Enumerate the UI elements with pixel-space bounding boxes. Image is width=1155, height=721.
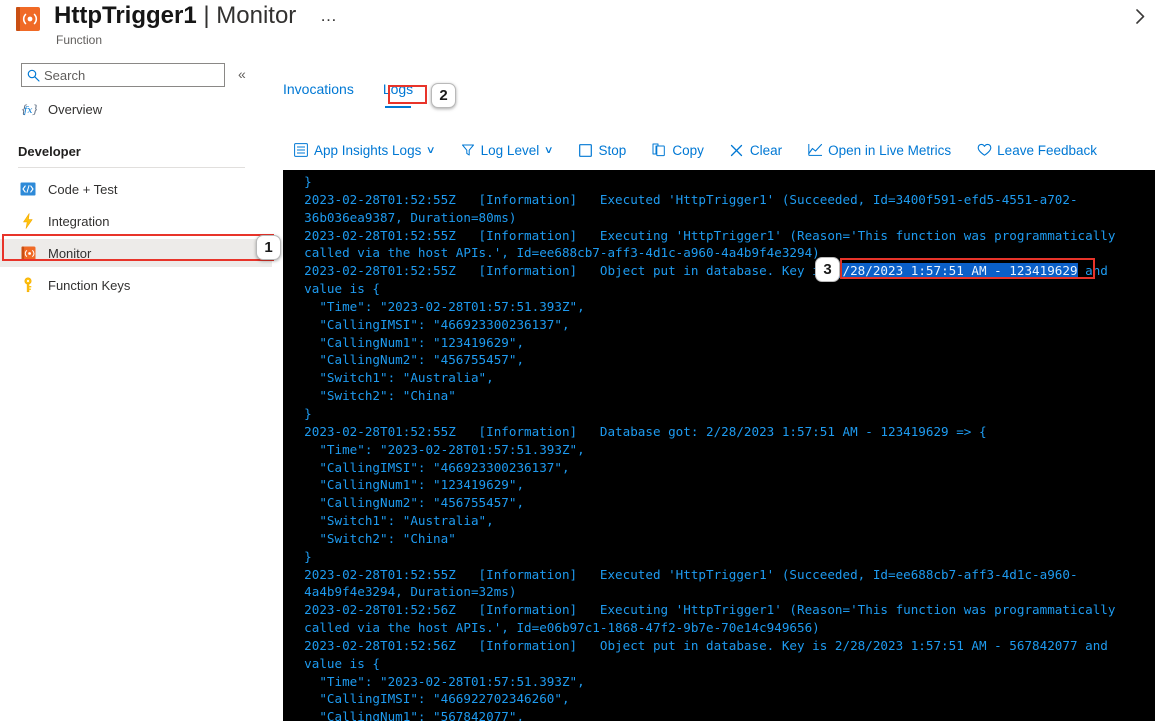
page-title: HttpTrigger1 | Monitor bbox=[54, 0, 296, 32]
chevron-right-icon[interactable] bbox=[1129, 5, 1151, 27]
clear-label: Clear bbox=[749, 142, 783, 158]
close-x-icon bbox=[726, 144, 748, 157]
function-overview-icon: { fx } bbox=[18, 101, 38, 117]
annotation-badge-2: 2 bbox=[431, 83, 456, 108]
sidebar-item-overview[interactable]: { fx } Overview bbox=[0, 95, 272, 123]
clear-button[interactable]: Clear bbox=[726, 136, 788, 164]
stop-square-icon bbox=[575, 143, 597, 157]
app-insights-logs-label: App Insights Logs bbox=[314, 142, 422, 158]
chevron-down-icon: ∨ bbox=[426, 144, 436, 156]
app-insights-logs-button[interactable]: App Insights Logs ∨ bbox=[290, 136, 441, 164]
open-in-live-metrics-button[interactable]: Open in Live Metrics bbox=[804, 136, 957, 164]
copy-button[interactable]: Copy bbox=[648, 136, 710, 164]
open-in-live-metrics-label: Open in Live Metrics bbox=[828, 142, 952, 158]
sidebar-item-code-test[interactable]: Code + Test bbox=[0, 175, 272, 203]
log-level-label: Log Level bbox=[480, 142, 540, 158]
svg-text:fx: fx bbox=[23, 106, 32, 116]
selected-key-text: 2/28/2023 1:57:51 AM - 123419629 bbox=[834, 263, 1078, 279]
sidebar-item-function-keys[interactable]: Function Keys bbox=[0, 271, 272, 299]
key-icon bbox=[18, 277, 38, 293]
tab-logs[interactable]: Logs bbox=[383, 80, 413, 108]
heart-icon bbox=[973, 143, 995, 157]
blade-header: HttpTrigger1 | Monitor Function … bbox=[0, 0, 1155, 56]
svg-text:}: } bbox=[32, 103, 37, 116]
filter-icon bbox=[457, 143, 479, 157]
azure-portal-blade: HttpTrigger1 | Monitor Function … « { bbox=[0, 0, 1155, 721]
sidebar-item-label: Function Keys bbox=[48, 277, 131, 293]
search-icon bbox=[22, 69, 44, 82]
search-input[interactable] bbox=[44, 65, 224, 85]
collapse-sidebar-button[interactable]: « bbox=[238, 65, 246, 83]
page-title-section: Monitor bbox=[216, 2, 297, 29]
annotation-badge-3: 3 bbox=[815, 257, 840, 282]
more-options-button[interactable]: … bbox=[320, 6, 338, 26]
sidebar-item-label: Integration bbox=[48, 213, 110, 229]
sidebar-item-integration[interactable]: Integration bbox=[0, 207, 272, 235]
sidebar-item-monitor[interactable]: Monitor bbox=[0, 239, 272, 267]
page-title-resource: HttpTrigger1 bbox=[54, 2, 197, 29]
logs-console[interactable]: } 2023-02-28T01:52:55Z [Information] Exe… bbox=[283, 170, 1155, 721]
log-level-button[interactable]: Log Level ∨ bbox=[457, 136, 559, 164]
sidebar-item-label: Code + Test bbox=[48, 181, 118, 197]
copy-label: Copy bbox=[672, 142, 704, 158]
stop-button[interactable]: Stop bbox=[575, 136, 633, 164]
sidebar-item-label: Overview bbox=[48, 101, 103, 117]
code-icon bbox=[18, 181, 38, 197]
sidebar-divider bbox=[18, 167, 245, 168]
line-chart-icon bbox=[804, 143, 826, 157]
logs-command-bar: App Insights Logs ∨ Log Level ∨ Stop Cop… bbox=[290, 136, 1103, 164]
page-title-separator: | bbox=[196, 2, 217, 29]
function-app-icon bbox=[14, 5, 42, 33]
sidebar-group-developer-title: Developer bbox=[18, 144, 81, 159]
logs-console-text: } 2023-02-28T01:52:55Z [Information] Exe… bbox=[289, 174, 1116, 721]
search-box[interactable] bbox=[21, 63, 225, 87]
lightning-icon bbox=[18, 213, 38, 229]
leave-feedback-button[interactable]: Leave Feedback bbox=[973, 136, 1103, 164]
chevron-down-icon: ∨ bbox=[543, 144, 554, 156]
leave-feedback-label: Leave Feedback bbox=[997, 142, 1097, 158]
page-subtitle: Function bbox=[56, 33, 103, 47]
blade-sidebar: « { fx } Overview Developer bbox=[0, 56, 272, 721]
monitor-icon bbox=[18, 245, 38, 261]
annotation-badge-1: 1 bbox=[256, 235, 281, 260]
tab-invocations[interactable]: Invocations bbox=[283, 80, 354, 104]
list-icon bbox=[290, 143, 312, 157]
copy-icon bbox=[648, 143, 670, 157]
monitor-tabs: Invocations Logs bbox=[283, 80, 413, 114]
sidebar-item-label: Monitor bbox=[48, 245, 92, 261]
stop-label: Stop bbox=[598, 142, 627, 158]
